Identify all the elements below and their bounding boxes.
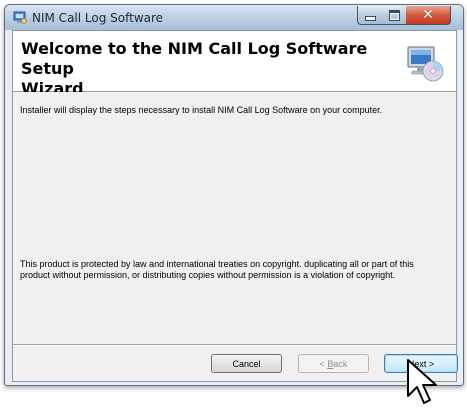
mouse-pointer-icon [407, 359, 437, 404]
minimize-button[interactable] [357, 6, 384, 25]
installer-icon [13, 11, 27, 24]
maximize-button[interactable] [382, 6, 407, 25]
intro-text: Installer will display the steps necessa… [20, 105, 383, 115]
back-button[interactable]: < Back [298, 354, 369, 373]
wizard-heading-line1: Welcome to the NIM Call Log Software Set… [21, 39, 368, 78]
wizard-heading: Welcome to the NIM Call Log Software Set… [21, 39, 381, 99]
copyright-line1: This product is protected by law and int… [20, 259, 414, 269]
copyright-line2: product without permission, or distribut… [20, 270, 396, 280]
copyright-notice: This product is protected by law and int… [20, 259, 448, 281]
window-title: NIM Call Log Software [32, 11, 164, 25]
wizard-body: Installer will display the steps necessa… [13, 92, 456, 332]
computer-cd-icon [407, 46, 444, 82]
minimize-icon [365, 15, 376, 21]
title-bar[interactable]: NIM Call Log Software ✕ [5, 5, 463, 30]
wizard-banner: Welcome to the NIM Call Log Software Set… [13, 31, 456, 98]
wizard-client-area: Welcome to the NIM Call Log Software Set… [12, 30, 458, 382]
back-label-rest: ack [333, 359, 348, 369]
close-icon: ✕ [422, 7, 434, 23]
setup-window: NIM Call Log Software ✕ Welcome to the N… [4, 4, 464, 386]
cancel-button[interactable]: Cancel [211, 354, 282, 373]
button-separator [13, 344, 456, 346]
maximize-icon [388, 9, 400, 21]
close-button[interactable]: ✕ [406, 6, 451, 25]
